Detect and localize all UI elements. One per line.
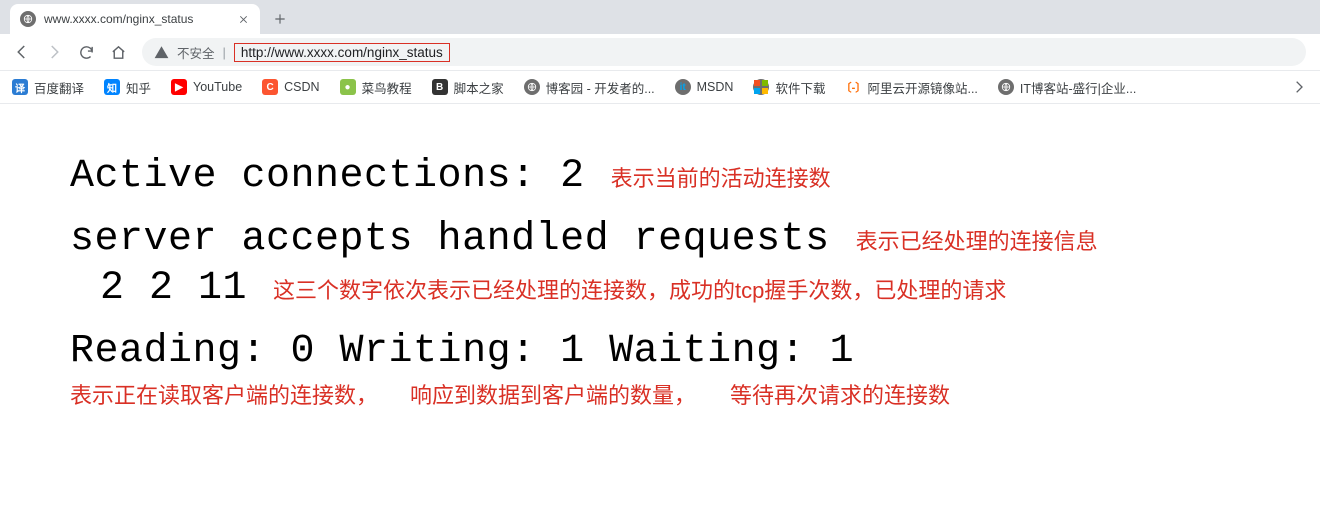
new-tab-button[interactable] — [266, 5, 294, 33]
status-line-4: Reading: 0 Writing: 1 Waiting: 1 — [70, 329, 1320, 374]
status-line-1: Active connections: 2 表示当前的活动连接数 — [70, 154, 1320, 199]
forward-button[interactable] — [40, 38, 68, 66]
status-line-3: 2 2 11 这三个数字依次表示已经处理的连接数，成功的tcp握手次数，已处理的… — [70, 266, 1320, 311]
bookmark-label: 知乎 — [126, 78, 151, 97]
annotation-2: 表示已经处理的连接信息 — [856, 224, 1098, 256]
bookmark-icon: it — [675, 79, 691, 95]
page-content: Active connections: 2 表示当前的活动连接数 server … — [0, 104, 1320, 410]
bookmark-item[interactable]: it MSDN — [671, 75, 738, 99]
bookmark-icon: B — [432, 79, 448, 95]
bookmark-label: 阿里云开源镜像站... — [867, 78, 977, 97]
bookmark-label: CSDN — [284, 80, 319, 94]
reload-button[interactable] — [72, 38, 100, 66]
bookmark-label: IT博客站-盛行|企业... — [1020, 78, 1136, 97]
bookmark-label: 菜鸟教程 — [362, 78, 412, 97]
active-connections: Active connections: 2 — [70, 154, 585, 199]
bookmark-item[interactable]: C CSDN — [258, 75, 323, 99]
annotation-row-4: 表示正在读取客户端的连接数， 响应到数据到客户端的数量， 等待再次请求的连接数 — [70, 378, 1320, 410]
globe-icon — [20, 11, 36, 27]
bookmark-item[interactable]: ▶ YouTube — [167, 75, 246, 99]
bookmark-icon — [753, 79, 769, 95]
counts-line: 2 2 11 — [70, 266, 247, 311]
home-button[interactable] — [104, 38, 132, 66]
bookmark-item[interactable]: B 脚本之家 — [428, 74, 508, 101]
close-icon[interactable] — [236, 12, 250, 26]
bookmark-label: 博客园 - 开发者的... — [546, 78, 655, 97]
bookmark-item[interactable]: IT博客站-盛行|企业... — [994, 74, 1140, 101]
annotation-4b: 响应到数据到客户端的数量， — [410, 378, 730, 410]
bookmark-icon: 知 — [104, 79, 120, 95]
browser-toolbar: 不安全 | http://www.xxxx.com/nginx_status — [0, 34, 1320, 71]
bookmark-icon: ▶ — [171, 79, 187, 95]
back-button[interactable] — [8, 38, 36, 66]
annotation-4c: 等待再次请求的连接数 — [730, 378, 950, 410]
bookmark-item[interactable]: 软件下载 — [749, 74, 829, 101]
bookmark-icon: C — [262, 79, 278, 95]
bookmark-item[interactable]: 〔-〕阿里云开源镜像站... — [841, 74, 981, 101]
bookmark-icon: 译 — [12, 79, 28, 95]
server-accepts-line: server accepts handled requests — [70, 217, 830, 262]
browser-tab[interactable]: www.xxxx.com/nginx_status — [10, 4, 260, 34]
bookmark-item[interactable]: 知知乎 — [100, 74, 155, 101]
annotation-1: 表示当前的活动连接数 — [611, 161, 831, 193]
bookmark-label: 软件下载 — [775, 78, 825, 97]
bookmark-label: YouTube — [193, 80, 242, 94]
address-bar[interactable]: 不安全 | http://www.xxxx.com/nginx_status — [142, 38, 1306, 66]
bookmark-item[interactable]: 译百度翻译 — [8, 74, 88, 101]
annotation-3: 这三个数字依次表示已经处理的连接数，成功的tcp握手次数，已处理的请求 — [273, 273, 1006, 305]
bookmark-icon: ● — [340, 79, 356, 95]
bookmark-item[interactable]: ● 菜鸟教程 — [336, 74, 416, 101]
bookmark-label: MSDN — [697, 80, 734, 94]
bookmark-icon: 〔-〕 — [845, 79, 861, 95]
bookmarks-overflow[interactable] — [1288, 75, 1312, 99]
annotation-4a: 表示正在读取客户端的连接数， — [70, 378, 410, 410]
bookmark-item[interactable]: 博客园 - 开发者的... — [520, 74, 659, 101]
bookmarks-bar: 译百度翻译知知乎▶YouTubeCCSDN●菜鸟教程B脚本之家博客园 - 开发者… — [0, 71, 1320, 104]
warning-icon — [154, 45, 169, 60]
bookmark-label: 脚本之家 — [454, 78, 504, 97]
bookmark-icon — [524, 79, 540, 95]
tab-title: www.xxxx.com/nginx_status — [44, 12, 230, 26]
bookmark-icon — [998, 79, 1014, 95]
url-text: http://www.xxxx.com/nginx_status — [234, 43, 450, 62]
rww-line: Reading: 0 Writing: 1 Waiting: 1 — [70, 329, 854, 374]
tab-strip: www.xxxx.com/nginx_status — [0, 0, 1320, 34]
browser-chrome: www.xxxx.com/nginx_status 不安全 | ht — [0, 0, 1320, 104]
bookmark-label: 百度翻译 — [34, 78, 84, 97]
security-label: 不安全 — [177, 43, 215, 62]
status-line-2: server accepts handled requests 表示已经处理的连… — [70, 217, 1320, 262]
separator: | — [223, 45, 226, 60]
